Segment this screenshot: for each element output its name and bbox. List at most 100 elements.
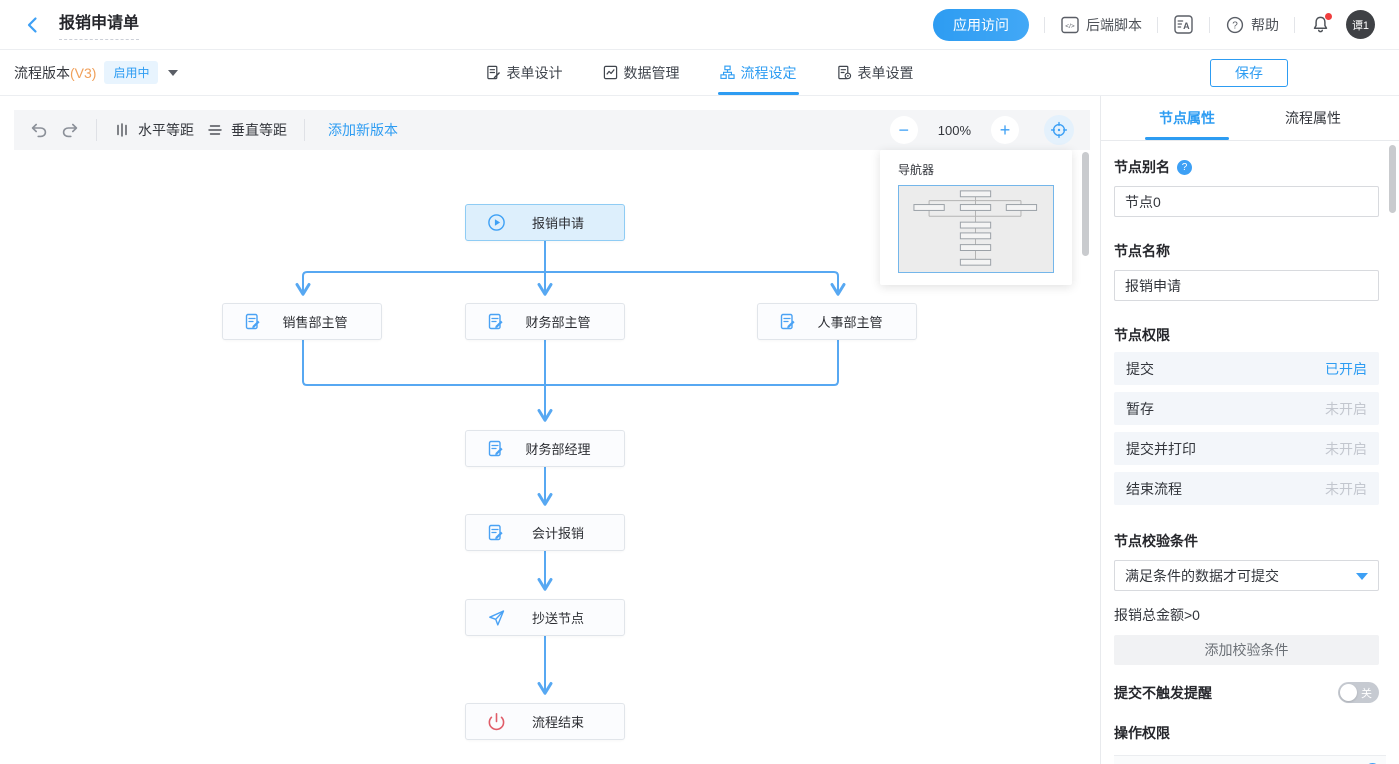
node-label: 会计报销 [532, 523, 584, 542]
tab-flow-properties[interactable]: 流程属性 [1279, 96, 1347, 140]
permission-row-submit[interactable]: 提交 已开启 [1114, 352, 1379, 385]
flow-node-accounting[interactable]: 会计报销 [465, 514, 625, 551]
node-label: 销售部主管 [282, 312, 347, 331]
tab-node-properties[interactable]: 节点属性 [1153, 96, 1221, 140]
backend-script-label: 后端脚本 [1086, 15, 1142, 35]
user-avatar[interactable]: 谭1 [1346, 10, 1375, 39]
data-manage-icon [603, 65, 618, 80]
approval-doc-icon [487, 313, 504, 330]
flow-node-hr-supervisor[interactable]: 人事部主管 [757, 303, 917, 340]
panel-tabs: 节点属性 流程属性 [1101, 96, 1399, 141]
tab-form-design[interactable]: 表单设计 [486, 50, 563, 95]
main-area: 水平等距 垂直等距 添加新版本 − 100% + [0, 96, 1399, 764]
tab-data-manage[interactable]: 数据管理 [603, 50, 680, 95]
save-button[interactable]: 保存 [1210, 59, 1288, 87]
reminder-toggle[interactable]: 关 [1338, 682, 1379, 703]
node-label: 人事部主管 [817, 312, 882, 331]
zoom-in-button[interactable]: + [991, 116, 1019, 144]
undo-icon [30, 121, 48, 139]
chevron-down-icon [1356, 573, 1368, 580]
permission-row-end-flow[interactable]: 结束流程 未开启 [1114, 472, 1379, 505]
zoom-out-button[interactable]: − [890, 116, 918, 144]
operation-columns-row: 可编辑 可见 流程简报 ? [1114, 755, 1386, 764]
tab-form-settings[interactable]: 表单设置 [837, 50, 914, 95]
redo-button[interactable] [61, 121, 79, 139]
flow-node-finance-supervisor[interactable]: 财务部主管 [465, 303, 625, 340]
app-access-button[interactable]: 应用访问 [933, 9, 1029, 41]
navigator-panel: 导航器 [880, 150, 1072, 285]
node-label: 财务部主管 [525, 312, 590, 331]
module-tabs: 表单设计 数据管理 流程设定 表单设置 [486, 50, 914, 95]
divider [304, 119, 305, 141]
play-icon [487, 213, 506, 232]
tab-label: 数据管理 [624, 63, 680, 83]
node-name-input[interactable] [1114, 270, 1379, 301]
version-dropdown-caret-icon[interactable] [168, 70, 178, 76]
flow-node-sales-manager[interactable]: 销售部主管 [222, 303, 382, 340]
permission-row-save-draft[interactable]: 暂存 未开启 [1114, 392, 1379, 425]
vertical-spacing-icon [207, 122, 223, 138]
translate-icon: A [1173, 14, 1194, 35]
flow-node-finance-manager[interactable]: 财务部经理 [465, 430, 625, 467]
divider [1209, 17, 1210, 33]
flow-node-cc[interactable]: 抄送节点 [465, 599, 625, 636]
node-permissions-label: 节点权限 [1114, 325, 1379, 345]
node-label: 财务部经理 [525, 439, 590, 458]
notifications-button[interactable] [1310, 14, 1331, 35]
tab-label: 流程设定 [741, 63, 797, 83]
validation-select[interactable]: 满足条件的数据才可提交 [1114, 560, 1379, 591]
alias-help-icon[interactable]: ? [1177, 160, 1192, 175]
toggle-knob [1340, 684, 1357, 701]
node-label: 流程结束 [532, 712, 584, 731]
validation-condition-text: 报销总金额>0 [1114, 605, 1379, 625]
operation-permissions-label: 操作权限 [1114, 723, 1379, 743]
approval-doc-icon [487, 440, 504, 457]
flow-node-end[interactable]: 流程结束 [465, 703, 625, 740]
form-design-icon [486, 65, 501, 80]
flow-canvas[interactable]: 水平等距 垂直等距 添加新版本 − 100% + [0, 96, 1100, 764]
backend-script-button[interactable]: </> 后端脚本 [1060, 15, 1142, 35]
approval-doc-icon [244, 313, 261, 330]
approval-doc-icon [779, 313, 796, 330]
undo-button[interactable] [30, 121, 48, 139]
language-button[interactable]: A [1173, 14, 1194, 35]
back-chevron-icon [24, 16, 42, 34]
divider [1044, 17, 1045, 33]
permission-status: 未开启 [1325, 399, 1367, 419]
locate-button[interactable] [1044, 115, 1074, 145]
column-editable: 可编辑 [1212, 761, 1251, 764]
vertical-spacing-button[interactable]: 垂直等距 [207, 120, 287, 140]
tab-label: 表单设计 [507, 63, 563, 83]
node-alias-input[interactable] [1114, 186, 1379, 217]
notification-badge-dot [1325, 13, 1332, 20]
tab-flow-setting[interactable]: 流程设定 [720, 50, 797, 95]
permission-status: 未开启 [1325, 439, 1367, 459]
flow-node-start[interactable]: 报销申请 [465, 204, 625, 241]
vertical-spacing-label: 垂直等距 [231, 120, 287, 140]
horizontal-spacing-button[interactable]: 水平等距 [114, 120, 194, 140]
node-label: 报销申请 [532, 213, 584, 232]
version-group: 流程版本(V3) 启用中 [14, 61, 178, 84]
add-version-button[interactable]: 添加新版本 [328, 120, 398, 140]
back-button[interactable] [24, 16, 42, 34]
panel-scrollbar[interactable] [1389, 145, 1396, 213]
help-icon: ? [1225, 15, 1245, 35]
navigator-minimap[interactable] [898, 185, 1054, 273]
approval-doc-icon [487, 524, 504, 541]
canvas-scrollbar[interactable] [1082, 152, 1089, 256]
permission-label: 结束流程 [1126, 479, 1182, 499]
add-condition-button[interactable]: 添加校验条件 [1114, 635, 1379, 665]
divider [96, 119, 97, 141]
validation-label: 节点校验条件 [1114, 531, 1379, 551]
toggle-off-label: 关 [1361, 685, 1372, 701]
status-badge: 启用中 [104, 61, 158, 84]
column-visible: 可见 [1263, 761, 1289, 764]
panel-body: 节点别名 ? 节点名称 节点权限 提交 已开启 暂存 未开启 提交并打印 未开启… [1101, 141, 1399, 764]
reminder-label: 提交不触发提醒 [1114, 683, 1212, 703]
svg-text:A: A [1183, 21, 1190, 31]
help-button[interactable]: ? 帮助 [1225, 15, 1279, 35]
permission-row-submit-print[interactable]: 提交并打印 未开启 [1114, 432, 1379, 465]
power-icon [487, 712, 506, 731]
node-name-label: 节点名称 [1114, 241, 1379, 261]
permission-status: 已开启 [1325, 359, 1367, 379]
